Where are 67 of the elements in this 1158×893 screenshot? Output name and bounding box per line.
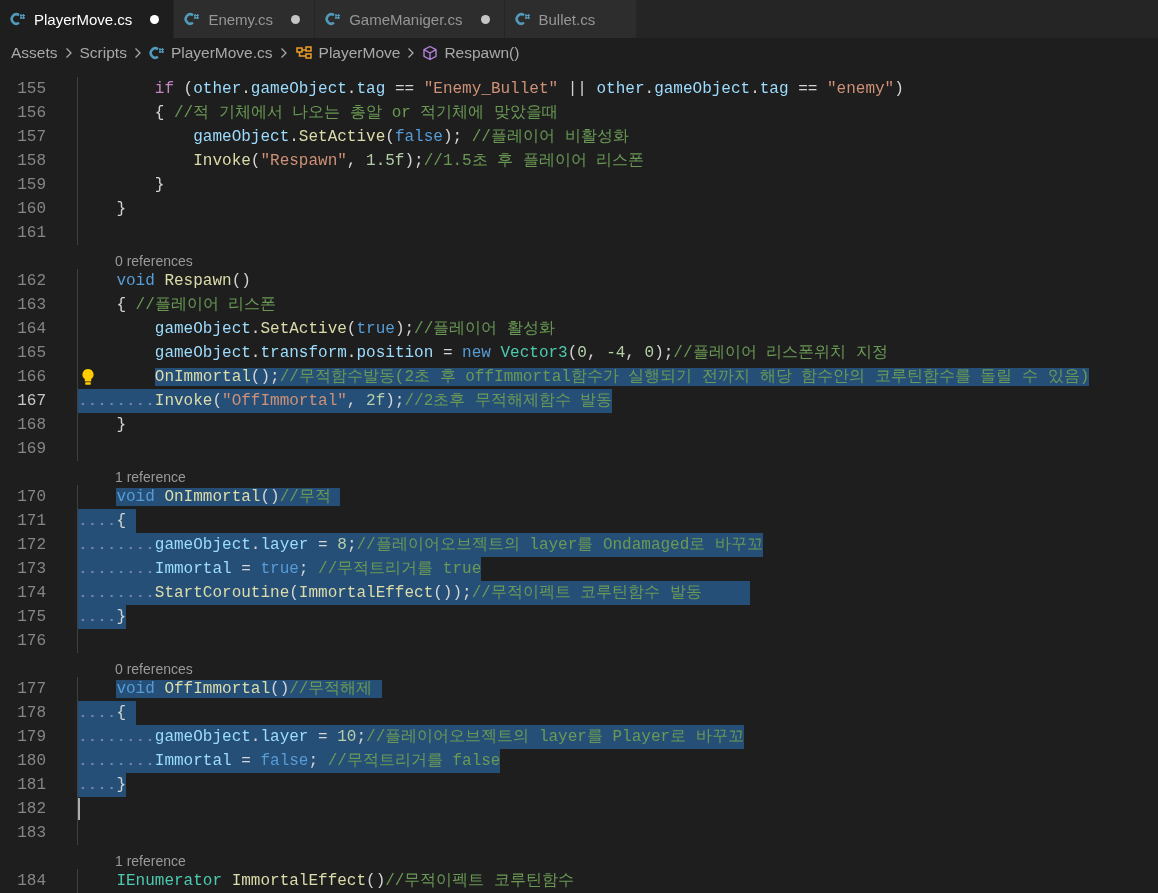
code-line: } <box>153 175 165 196</box>
breadcrumb-item[interactable]: Assets <box>11 44 58 62</box>
breadcrumb-item[interactable]: PlayerMove.cs <box>170 44 273 62</box>
reference-count[interactable]: 0 references <box>115 661 193 677</box>
chevron-icon <box>133 47 142 59</box>
line-number: 172 <box>16 536 46 554</box>
code-line: IEnumerator ImmortalEffect()//무적이펙트 코루틴함수 <box>115 871 575 892</box>
chevron-icon <box>407 47 416 59</box>
editor-tab[interactable]: PlayerMove.cs <box>0 0 175 38</box>
line-number: 158 <box>16 152 46 170</box>
editor-tab[interactable]: Enemy.cs <box>174 0 316 38</box>
line-number: 164 <box>16 320 46 338</box>
line-number: 160 <box>16 200 46 218</box>
line-number: 180 <box>16 752 46 770</box>
line-number: 167 <box>16 392 46 410</box>
line-number: 175 <box>16 608 46 626</box>
code-line: } <box>115 199 126 220</box>
breadcrumb-item[interactable]: PlayerMove <box>318 44 401 62</box>
line-number: 179 <box>16 728 46 746</box>
line-number: 159 <box>16 176 46 194</box>
class-icon <box>294 45 313 61</box>
code-line: void Respawn() <box>115 271 251 292</box>
line-number: 176 <box>16 632 46 650</box>
line-number: 174 <box>16 584 46 602</box>
lightbulb-icon[interactable] <box>80 368 96 386</box>
line-number: 171 <box>16 512 46 530</box>
editor-tab[interactable]: Bullet.cs <box>504 0 638 38</box>
editor-tab[interactable]: GameManiger.cs <box>315 0 505 38</box>
line-number: 182 <box>16 800 46 818</box>
line-number: 166 <box>16 368 46 386</box>
line-number: 173 <box>16 560 46 578</box>
breadcrumb-item[interactable]: Respawn() <box>444 44 520 62</box>
line-number: 177 <box>16 680 46 698</box>
reference-count[interactable]: 1 reference <box>115 469 186 485</box>
line-number: 168 <box>16 416 46 434</box>
c-sharp-icon <box>325 12 342 26</box>
chevron-icon <box>279 47 288 59</box>
line-number: 163 <box>16 296 46 314</box>
line-number: 178 <box>16 704 46 722</box>
code-line: gameObject.SetActive(true);//플레이어 활성화 <box>153 319 555 340</box>
cube-icon <box>422 45 439 61</box>
line-number: 184 <box>16 872 46 890</box>
c-sharp-icon <box>148 46 165 60</box>
line-number: 157 <box>16 128 46 146</box>
code-line: { //적 기체에서 나오는 총알 or 적기체에 맞았을때 <box>153 103 559 124</box>
line-number: 183 <box>16 824 46 842</box>
reference-count[interactable]: 0 references <box>115 253 193 269</box>
code-line: gameObject.transform.position = new Vector3(0, -4, 0);//플레이어 리스폰위치 지정 <box>153 343 888 364</box>
c-sharp-icon <box>514 12 531 26</box>
line-number: 165 <box>16 344 46 362</box>
c-sharp-icon <box>184 12 201 26</box>
code-line: } <box>115 415 126 436</box>
line-number: 155 <box>16 80 46 98</box>
breadcrumb-item[interactable]: Scripts <box>79 44 127 62</box>
line-number: 156 <box>16 104 46 122</box>
line-number: 169 <box>16 440 46 458</box>
line-number: 170 <box>16 488 46 506</box>
code-line: { //플레이어 리스폰 <box>115 295 277 316</box>
code-line: Invoke("Respawn", 1.5f);//1.5초 후 플레이어 리스폰 <box>192 151 645 172</box>
reference-count[interactable]: 1 reference <box>115 853 186 869</box>
line-number: 181 <box>16 776 46 794</box>
c-sharp-icon <box>10 12 26 26</box>
line-number: 161 <box>16 224 46 242</box>
line-number: 162 <box>16 272 46 290</box>
code-line: if (other.gameObject.tag == "Enemy_Bullet" || other.gameObject.tag == "enemy") <box>153 79 904 100</box>
chevron-icon <box>64 47 73 59</box>
code-line: gameObject.SetActive(false); //플레이어 비활성화 <box>192 127 629 148</box>
